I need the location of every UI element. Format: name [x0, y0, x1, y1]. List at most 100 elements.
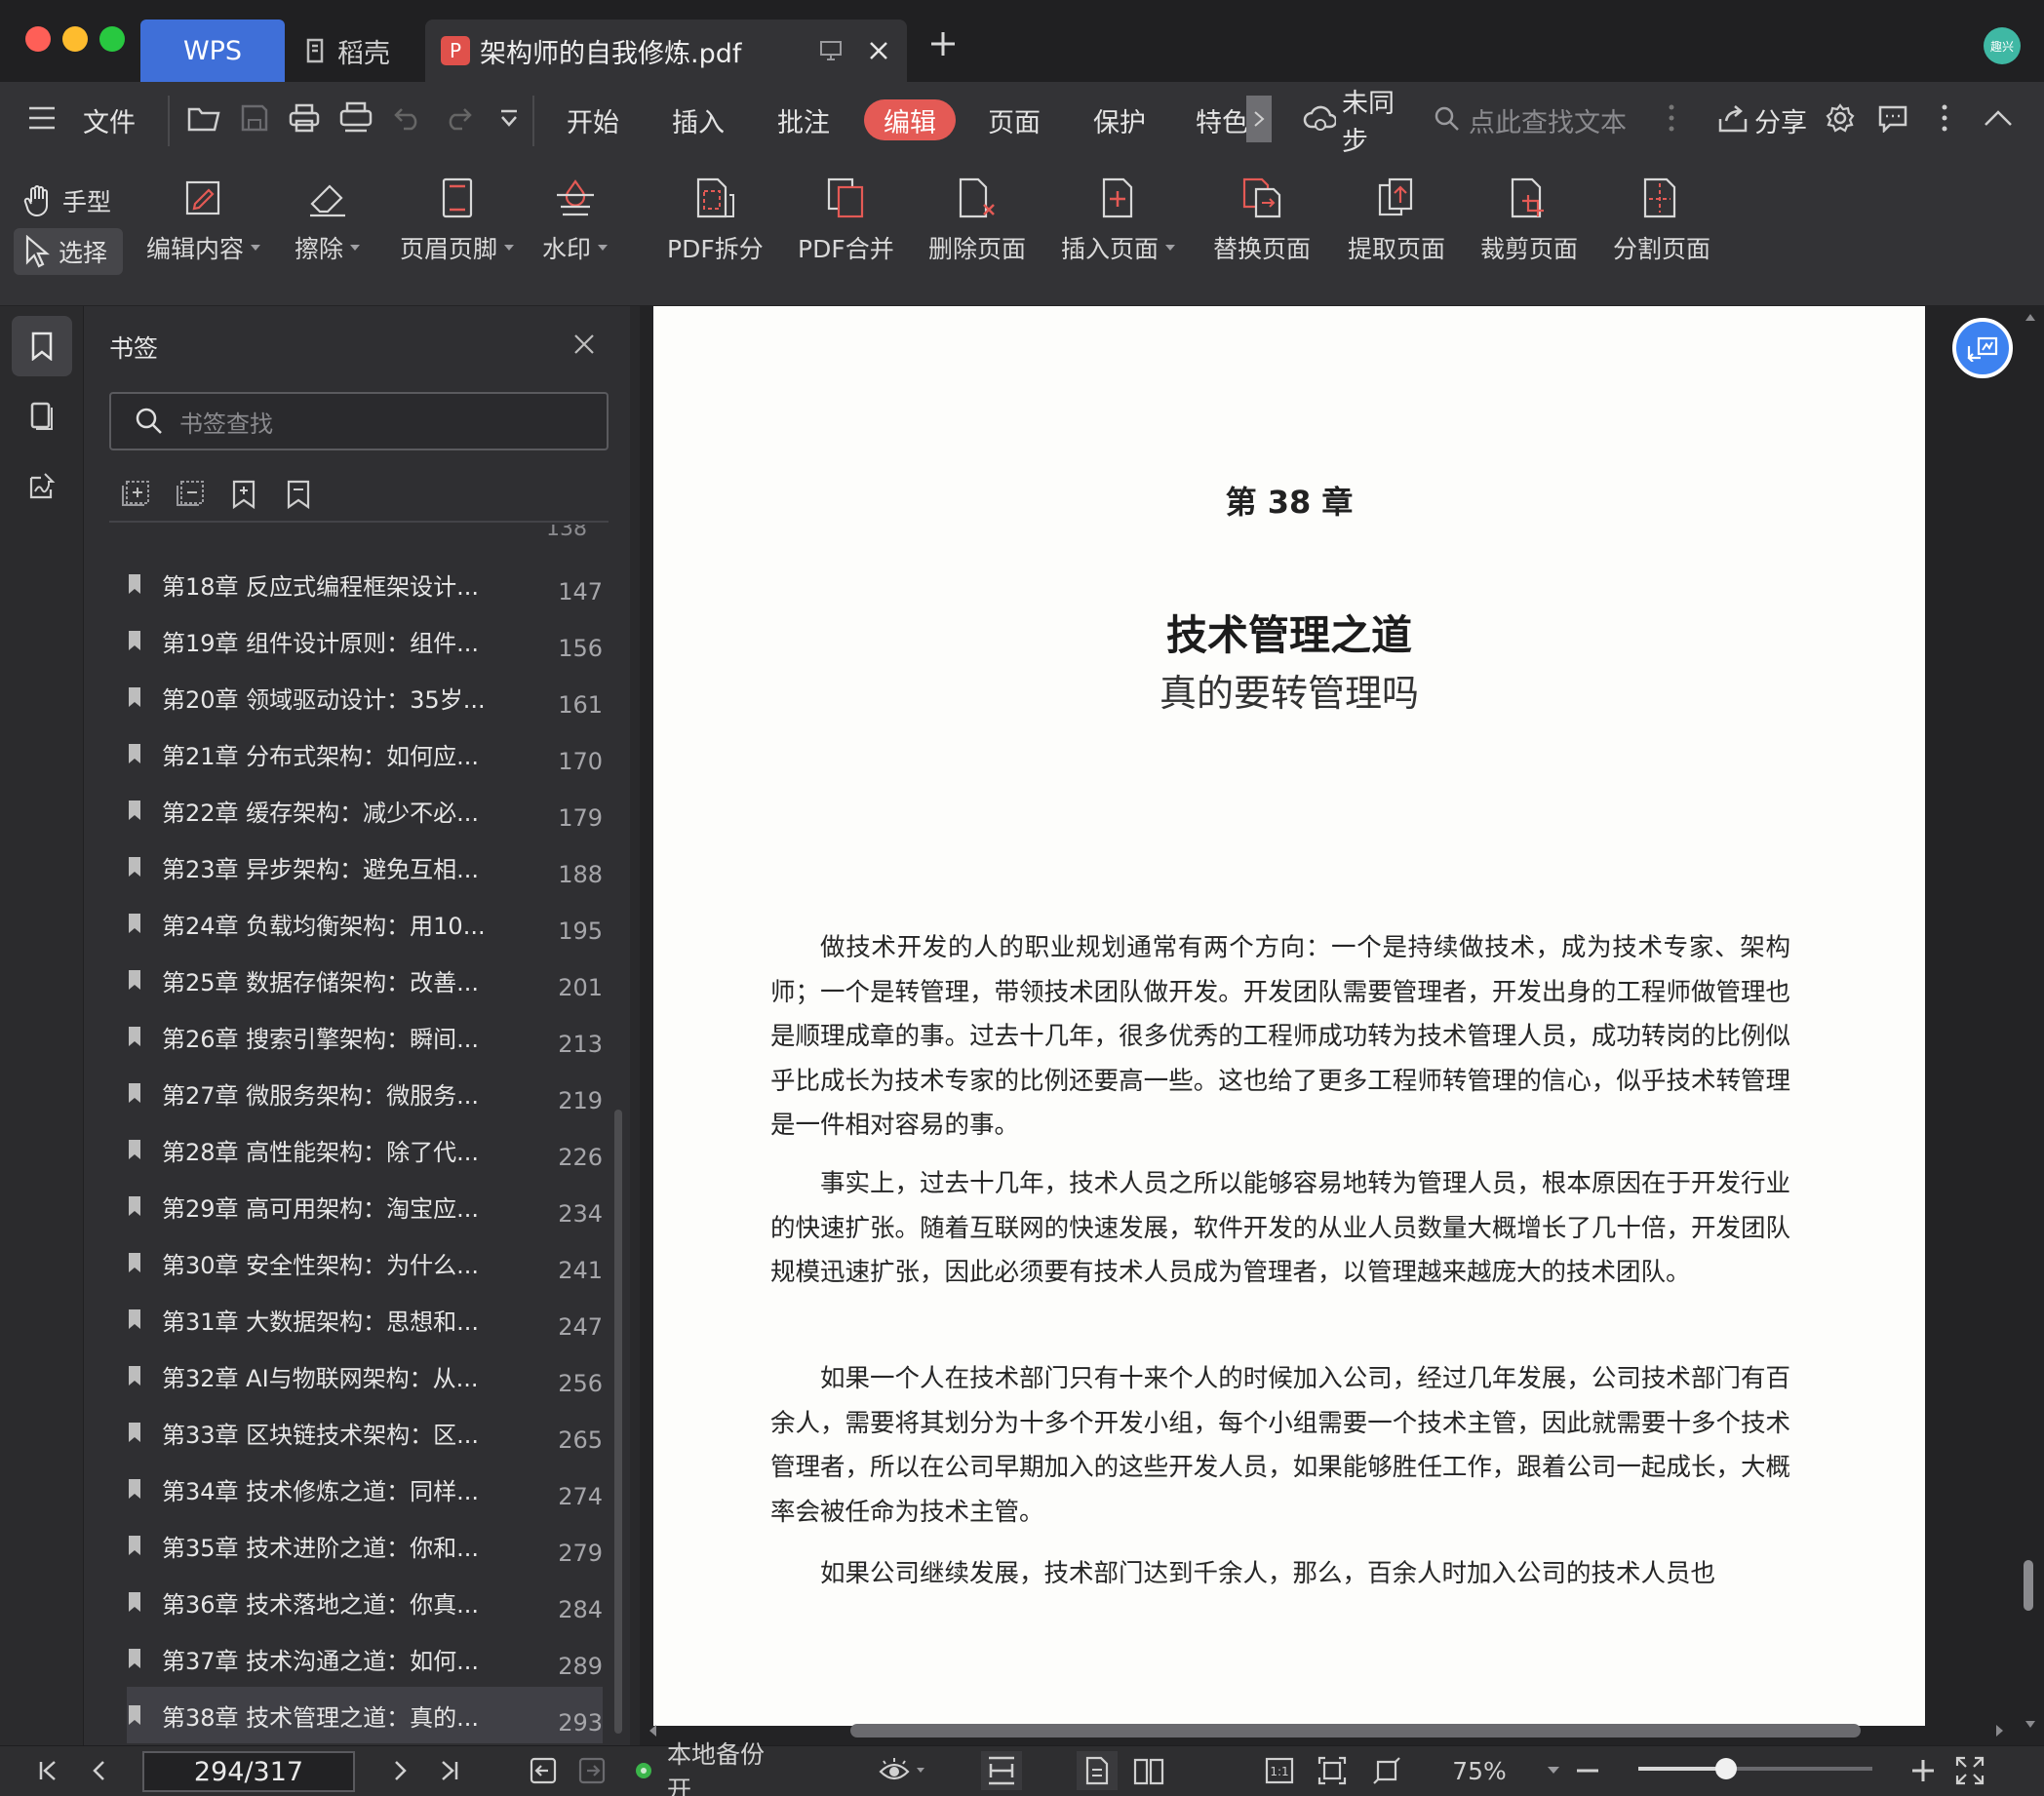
bookmark-item[interactable]: 第28章 高性能架构：除了代... 226: [127, 1121, 603, 1178]
sync-status[interactable]: 未同步: [1342, 89, 1416, 157]
panel-splitter[interactable]: [630, 306, 640, 1745]
find-text-input[interactable]: 点此查找文本: [1469, 98, 1634, 142]
hand-tool-button[interactable]: 手型: [14, 177, 123, 224]
add-bookmark-icon[interactable]: [232, 480, 256, 509]
hamburger-menu-icon[interactable]: [27, 105, 57, 131]
bookmark-item[interactable]: 第36章 技术落地之道：你真... 284: [127, 1574, 603, 1630]
bookmark-item[interactable]: 第26章 搜索引擎架构：瞬间... 213: [127, 1008, 603, 1065]
forward-view-icon[interactable]: [575, 1751, 609, 1790]
ribbon-button-crop-page[interactable]: 裁剪页面: [1480, 176, 1578, 265]
ribbon-button-insert-page[interactable]: 插入页面: [1061, 176, 1176, 265]
signature-panel-button[interactable]: [12, 456, 72, 517]
actual-size-icon[interactable]: 1:1: [1262, 1751, 1297, 1790]
tab-close-icon[interactable]: [868, 40, 889, 61]
tab-wps[interactable]: WPS: [140, 20, 285, 82]
avatar[interactable]: 趣兴: [1984, 27, 2021, 64]
bookmark-item[interactable]: 第34章 技术修炼之道：同样... 274: [127, 1461, 603, 1517]
backup-status[interactable]: 本地备份开: [667, 1740, 788, 1796]
bookmark-item[interactable]: 第22章 缓存架构：减少不必... 179: [127, 782, 603, 839]
ribbon-button-pdf-merge[interactable]: PDF合并: [798, 176, 894, 265]
zoom-slider-handle[interactable]: [1715, 1758, 1737, 1779]
dropdown-arrow-icon[interactable]: [503, 244, 515, 252]
bookmark-item[interactable]: 第20章 领域驱动设计：35岁... 161: [127, 669, 603, 725]
search-icon[interactable]: [1434, 105, 1461, 133]
bookmark-item[interactable]: 第21章 分布式架构：如何应... 170: [127, 725, 603, 782]
ribbon-button-pdf-split[interactable]: PDF拆分: [667, 176, 764, 265]
share-icon[interactable]: [1718, 105, 1748, 133]
previous-page-icon[interactable]: [84, 1751, 113, 1790]
print-icon[interactable]: [289, 103, 320, 133]
bookmark-item[interactable]: 第38章 技术管理之道：真的... 293: [127, 1687, 603, 1743]
ribbon-button-extract-page[interactable]: 提取页面: [1348, 176, 1445, 265]
fit-page-icon[interactable]: [1315, 1751, 1350, 1790]
ribbon-button-delete-page[interactable]: 删除页面: [928, 176, 1026, 265]
bookmark-item[interactable]: 第27章 微服务架构：微服务... 219: [127, 1065, 603, 1121]
ribbon-button-eraser[interactable]: 擦除: [295, 176, 361, 265]
menu-file[interactable]: 文件: [78, 98, 140, 142]
rotate-page-icon[interactable]: [1369, 1751, 1404, 1790]
scroll-down-icon[interactable]: [2024, 1720, 2036, 1730]
ribbon-button-divide-page[interactable]: 分割页面: [1613, 176, 1710, 265]
thumbnails-panel-button[interactable]: [12, 386, 72, 447]
dropdown-arrow-icon[interactable]: [1164, 244, 1176, 252]
bookmarks-panel-button[interactable]: [12, 316, 72, 376]
bookmark-item[interactable]: 第30章 安全性架构：为什么... 241: [127, 1234, 603, 1291]
convert-floating-button[interactable]: [1952, 318, 2013, 378]
eye-protection-icon[interactable]: [874, 1751, 932, 1790]
page-number-input[interactable]: [142, 1751, 355, 1792]
undo-icon[interactable]: [394, 105, 421, 131]
zoom-out-icon[interactable]: [1572, 1751, 1603, 1790]
zoom-in-icon[interactable]: [1907, 1751, 1939, 1790]
redo-icon[interactable]: [445, 105, 472, 131]
scroll-left-icon[interactable]: [648, 1724, 657, 1737]
dropdown-arrow-icon[interactable]: [250, 244, 261, 252]
two-page-view-icon[interactable]: [1129, 1751, 1168, 1790]
back-view-icon[interactable]: [527, 1751, 560, 1790]
cloud-sync-icon[interactable]: [1303, 103, 1336, 133]
settings-gear-icon[interactable]: [1826, 103, 1855, 133]
bookmark-item[interactable]: 第29章 高可用架构：淘宝应... 234: [127, 1178, 603, 1234]
bookmark-item[interactable]: 第35章 技术进阶之道：你和... 279: [127, 1517, 603, 1574]
ribbon-button-replace-page[interactable]: 替换页面: [1213, 176, 1311, 265]
bookmark-item[interactable]: 第23章 异步架构：避免互相... 188: [127, 839, 603, 895]
screen-icon[interactable]: [819, 40, 843, 61]
more-vertical-icon[interactable]: [1668, 103, 1675, 133]
close-panel-icon[interactable]: [573, 333, 595, 355]
zoom-level[interactable]: 75%: [1439, 1751, 1519, 1790]
collapse-ribbon-icon[interactable]: [1984, 109, 2013, 127]
save-icon[interactable]: [240, 103, 269, 133]
menu-tab-start[interactable]: 开始: [562, 98, 624, 142]
comment-icon[interactable]: [1878, 105, 1907, 133]
expand-all-icon[interactable]: [121, 480, 150, 507]
menu-tab-protect[interactable]: 保护: [1088, 98, 1151, 142]
bookmark-item[interactable]: 第32章 AI与物联网架构：从... 256: [127, 1347, 603, 1404]
bookmark-scrollbar[interactable]: [614, 1110, 622, 1734]
window-minimize-button[interactable]: [62, 26, 88, 52]
select-tool-button[interactable]: 选择: [14, 228, 123, 275]
menu-tab-features[interactable]: 特色: [1196, 98, 1248, 142]
scroll-right-icon[interactable]: [1995, 1724, 2005, 1737]
bookmark-item[interactable]: 第19章 组件设计原则：组件... 156: [127, 612, 603, 669]
ribbon-button-watermark[interactable]: 水印: [542, 176, 609, 265]
last-page-icon[interactable]: [435, 1751, 464, 1790]
menu-tab-page[interactable]: 页面: [983, 98, 1045, 142]
window-zoom-button[interactable]: [99, 26, 125, 52]
bookmark-item[interactable]: 第25章 数据存储架构：改善... 201: [127, 952, 603, 1008]
menu-scroll-right-button[interactable]: [1246, 96, 1272, 142]
tab-document[interactable]: P 架构师的自我修炼.pdf: [425, 20, 907, 82]
fit-page-width-icon[interactable]: [981, 1751, 1022, 1790]
collapse-all-icon[interactable]: [176, 480, 205, 507]
bookmark-item[interactable]: 第37章 技术沟通之道：如何... 289: [127, 1630, 603, 1687]
menu-tab-annotate[interactable]: 批注: [772, 98, 835, 142]
ribbon-button-header-footer[interactable]: 页眉页脚: [400, 176, 515, 265]
share-button[interactable]: 分享: [1753, 98, 1808, 142]
tab-daoke[interactable]: 稻壳: [296, 20, 413, 82]
single-page-view-icon[interactable]: [1077, 1751, 1118, 1790]
menu-tab-edit[interactable]: 编辑: [864, 99, 956, 140]
first-page-icon[interactable]: [33, 1751, 62, 1790]
fullscreen-icon[interactable]: [1952, 1751, 1987, 1790]
more-options-icon[interactable]: [1941, 103, 1948, 133]
scroll-up-icon[interactable]: [2024, 312, 2036, 322]
horizontal-scrollbar-thumb[interactable]: [850, 1724, 1861, 1737]
next-page-icon[interactable]: [386, 1751, 415, 1790]
